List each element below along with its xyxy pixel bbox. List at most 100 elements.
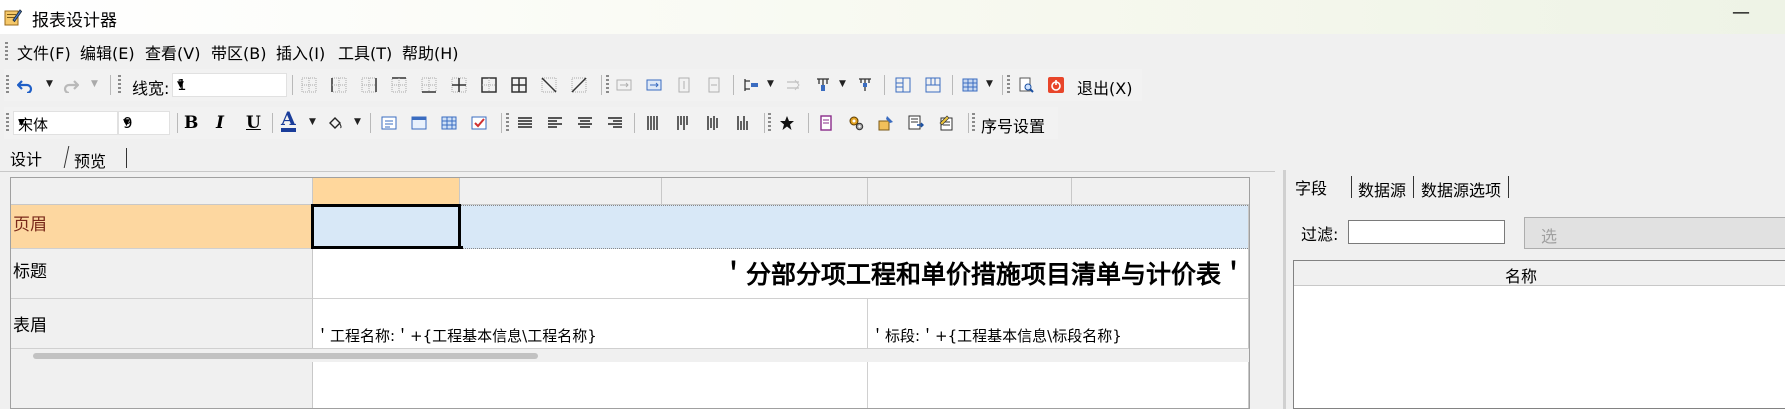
insert-row-button[interactable] [740,74,762,96]
border-left-button[interactable] [328,74,350,96]
tab-fields[interactable]: 字段 [1295,175,1327,199]
merge-row-button[interactable] [643,74,665,96]
diagonal-up-button[interactable] [568,74,590,96]
horizontal-scroll-thumb[interactable] [33,353,538,359]
data-export-button[interactable] [905,112,927,134]
text-box-button[interactable] [378,112,400,134]
filter-input[interactable] [1348,220,1505,244]
vertical-scrollbar[interactable] [1248,205,1249,408]
filter-button[interactable]: 选 [1524,217,1785,249]
italic-button[interactable]: I [216,113,224,133]
valign-justify-button[interactable] [642,112,664,134]
column-header-b[interactable] [460,178,662,205]
border-outer-button[interactable] [478,74,500,96]
valign-bottom-button[interactable] [732,112,754,134]
serial-settings-button[interactable]: 序号设置 [981,113,1045,137]
tab-design[interactable]: 设计 [10,146,42,170]
column-header-e[interactable] [1072,178,1249,205]
properties-button[interactable] [875,112,897,134]
border-none-button[interactable] [298,74,320,96]
column-header-d[interactable] [868,178,1072,205]
grid-button[interactable] [438,112,460,134]
settings-button[interactable] [845,112,867,134]
bold-button[interactable]: B [184,113,198,133]
delete-row-button[interactable] [782,74,804,96]
toolbar-grip[interactable] [1007,75,1010,95]
edit-script-button[interactable] [935,112,957,134]
horizontal-scrollbar[interactable] [11,348,1249,362]
font-color-dropdown-icon[interactable]: ▼ [309,117,316,127]
band-button[interactable] [408,112,430,134]
toolbar-grip[interactable] [6,75,9,95]
menu-tools[interactable]: 工具(T) [338,40,392,64]
linewidth-select[interactable]: 1 ▼ [172,73,287,97]
redo-dropdown-icon[interactable]: ▼ [91,79,98,89]
border-bottom-button[interactable] [418,74,440,96]
fill-color-dropdown-icon[interactable]: ▼ [354,117,361,127]
menu-file[interactable]: 文件(F) [17,40,71,64]
insert-row-dropdown-icon[interactable]: ▼ [767,79,774,89]
delete-column-button[interactable] [854,74,876,96]
menu-band[interactable]: 带区(B) [211,40,266,64]
star-button[interactable] [776,112,798,134]
print-preview-button[interactable] [1015,74,1037,96]
column-header-c[interactable] [662,178,868,205]
toolbar-grip[interactable] [606,75,609,95]
border-inner-button[interactable] [448,74,470,96]
toolbar-grip[interactable] [6,113,9,133]
valign-middle-button[interactable] [702,112,724,134]
menu-help[interactable]: 帮助(H) [402,40,459,64]
border-top-button[interactable] [388,74,410,96]
title-band[interactable]: ＇分部分项工程和单价措施项目清单与计价表＇ [313,249,1248,299]
field-list[interactable]: 名称 [1293,260,1785,409]
font-name-select[interactable]: 宋体 ▼ [13,111,118,135]
row-label-page-header[interactable]: 页眉 [11,205,313,249]
tab-preview[interactable]: 预览 [74,148,106,172]
undo-button[interactable] [14,74,36,96]
exit-button[interactable]: 退出(X) [1077,75,1132,99]
toolbar-grip[interactable] [506,113,509,133]
row-label-title[interactable]: 标题 [11,249,313,299]
minimize-button[interactable]: — [1732,2,1750,23]
border-all-button[interactable] [508,74,530,96]
font-color-button[interactable]: A [281,110,296,132]
checkbox-field-button[interactable] [468,112,490,134]
insert-column-dropdown-icon[interactable]: ▼ [839,79,846,89]
menu-edit[interactable]: 编辑(E) [80,40,135,64]
table-button[interactable] [959,74,981,96]
toolbar-grip[interactable] [768,113,771,133]
panel-splitter[interactable] [1283,170,1286,409]
split-cells-button[interactable] [673,74,695,96]
split-row-button[interactable] [703,74,725,96]
menu-insert[interactable]: 插入(I) [276,40,325,64]
align-right-button[interactable] [604,112,626,134]
selected-cell[interactable] [311,204,461,249]
fill-color-button[interactable] [324,112,346,134]
align-left-button[interactable] [544,112,566,134]
field-list-header[interactable]: 名称 [1321,261,1785,286]
column-header-a[interactable] [313,178,460,205]
diagonal-down-button[interactable] [538,74,560,96]
grid-corner[interactable] [11,178,313,205]
menu-view[interactable]: 查看(V) [145,40,200,64]
insert-column-button[interactable] [812,74,834,96]
toolbar-grip[interactable] [972,113,975,133]
tab-datasource-options[interactable]: 数据源选项 [1421,177,1501,201]
row-layout-button[interactable] [922,74,944,96]
undo-dropdown-icon[interactable]: ▼ [46,79,53,89]
align-justify-button[interactable] [514,112,536,134]
merge-cells-button[interactable] [613,74,635,96]
underline-button[interactable]: U [246,113,261,133]
redo-button[interactable] [60,74,82,96]
table-dropdown-icon[interactable]: ▼ [986,79,993,89]
tab-datasource[interactable]: 数据源 [1358,177,1406,201]
valign-top-button[interactable] [672,112,694,134]
menu-grip[interactable] [5,42,8,62]
report-grid[interactable]: 页眉 标题 ＇分部分项工程和单价措施项目清单与计价表＇ 表眉 ＇工程名称:＇+{… [10,177,1250,409]
exit-icon-button[interactable] [1045,74,1067,96]
align-center-button[interactable] [574,112,596,134]
page-setup-button[interactable] [815,112,837,134]
font-size-select[interactable]: 9 ▼ [118,111,170,135]
toolbar-grip[interactable] [118,75,121,95]
border-right-button[interactable] [358,74,380,96]
